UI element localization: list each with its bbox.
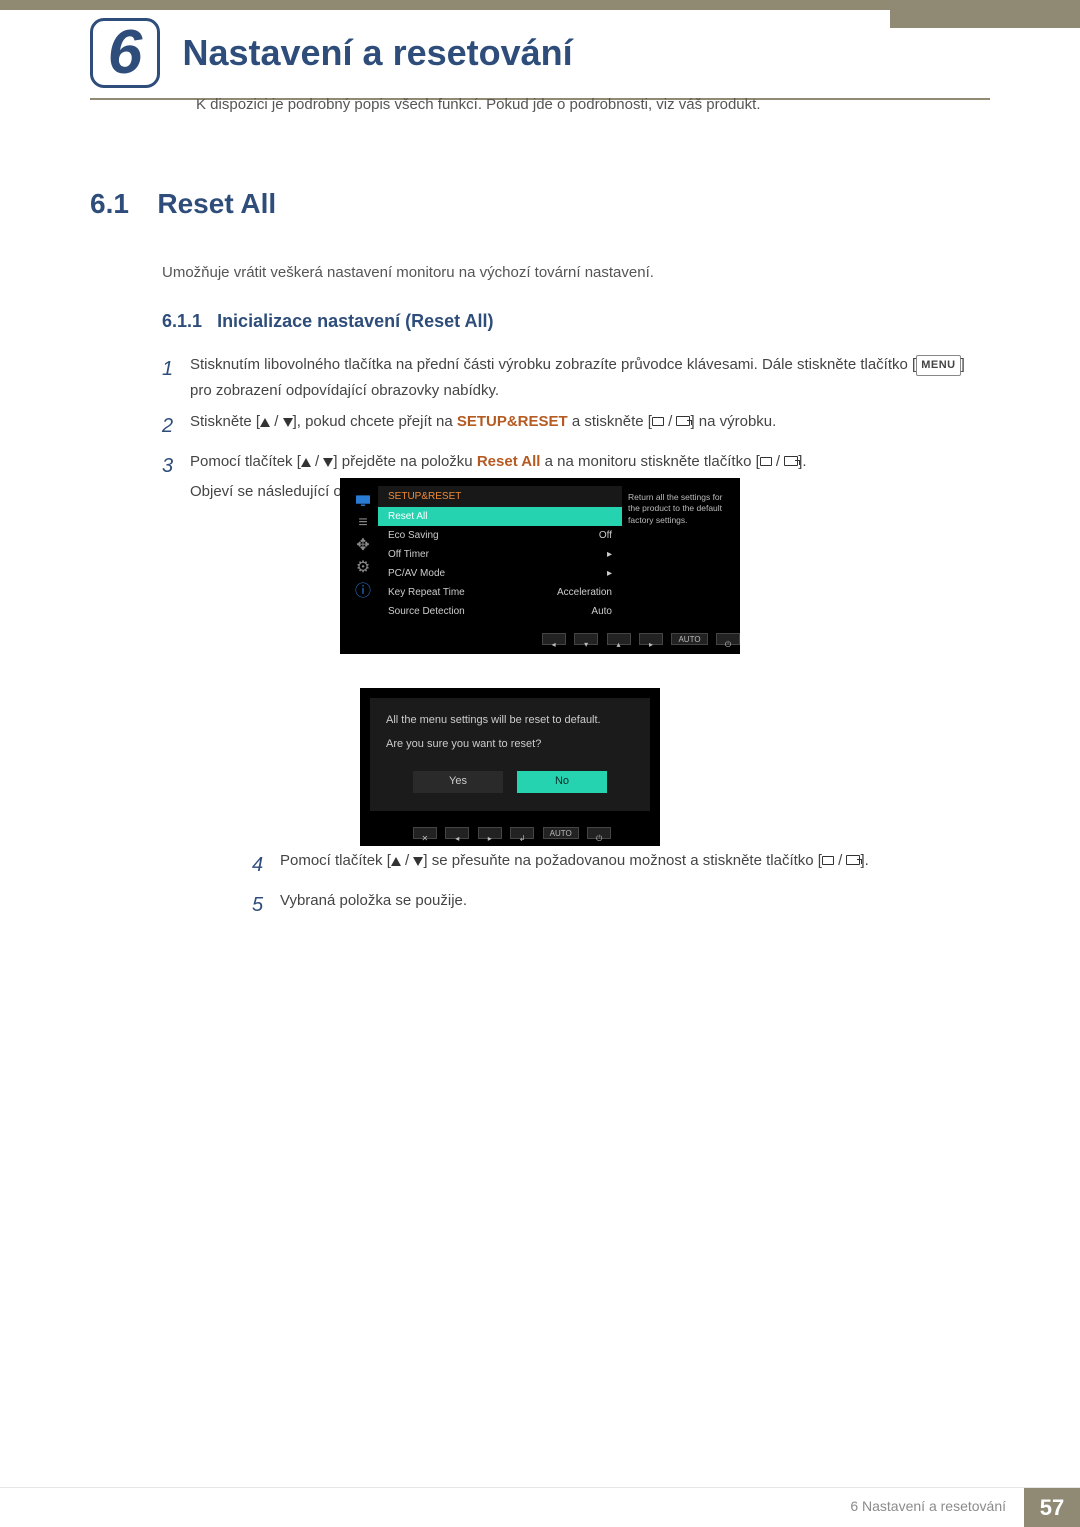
section-6-1: 6.1 Reset All Umožňuje vrátit veškerá na… xyxy=(90,188,980,510)
up-icon xyxy=(260,418,270,427)
osd-power-icon: ⏻ xyxy=(587,827,611,839)
osd-reset-dialog: All the menu settings will be reset to d… xyxy=(360,688,660,846)
osd-menu-screenshot: ≡ ✥ ⚙ ⓘ SETUP&RESET Reset All Eco Saving… xyxy=(340,478,740,654)
osd-close-icon: ✕ xyxy=(413,827,437,839)
info-icon: ⓘ xyxy=(348,578,378,600)
chapter-number-badge: 6 xyxy=(90,18,160,88)
subsection-title: 6.1.1 Inicializace nastavení (Reset All) xyxy=(162,311,980,332)
osd-auto-label: AUTO xyxy=(543,827,579,839)
list-icon: ≡ xyxy=(348,512,378,534)
source-icon xyxy=(652,417,664,426)
osd-button-bar: ◂ ▾ ▴ ▸ AUTO ⏻ xyxy=(340,629,740,654)
source-icon xyxy=(760,457,772,466)
monitor-icon xyxy=(354,494,372,508)
osd-enter-icon: ↲ xyxy=(510,827,534,839)
section-body: Umožňuje vrátit veškerá nastavení monito… xyxy=(162,264,980,281)
source-icon xyxy=(822,856,834,865)
subsection-number: 6.1.1 xyxy=(162,311,202,331)
down-icon xyxy=(283,418,293,427)
osd-down-icon: ▾ xyxy=(574,633,598,645)
chapter-header: 6 Nastavení a resetování xyxy=(90,18,990,100)
dialog-yes-button: Yes xyxy=(413,771,503,793)
gear-icon: ⚙ xyxy=(348,556,378,578)
footer-chapter-label: 6 Nastavení a resetování xyxy=(850,1498,1006,1514)
steps-list-lower: 4 Pomocí tlačítek [ / ] se přesuňte na p… xyxy=(252,848,880,928)
osd-item: PC/AV Mode▸ xyxy=(378,564,622,583)
osd-up-icon: ▴ xyxy=(607,633,631,645)
section-title: Reset All xyxy=(157,188,276,219)
up-icon xyxy=(301,458,311,467)
chapter-number: 6 xyxy=(108,18,142,87)
reset-all-label: Reset All xyxy=(477,453,541,470)
footer-page-number: 57 xyxy=(1024,1488,1080,1527)
move-icon: ✥ xyxy=(348,534,378,556)
osd-item: Source DetectionAuto xyxy=(378,602,622,621)
chapter-title: Nastavení a resetování xyxy=(182,32,572,74)
enter-icon xyxy=(784,456,798,466)
osd-left-icon: ◂ xyxy=(445,827,469,839)
menu-key: MENU xyxy=(916,355,960,376)
subsection-heading: Inicializace nastavení (Reset All) xyxy=(217,311,493,331)
osd-item-selected: Reset All xyxy=(378,507,622,526)
osd-item: Eco SavingOff xyxy=(378,526,622,545)
page-footer: 6 Nastavení a resetování 57 xyxy=(0,1487,1080,1527)
osd-item: Off Timer▸ xyxy=(378,545,622,564)
section-number: 6.1 xyxy=(90,188,129,219)
enter-icon xyxy=(676,416,690,426)
dialog-line-2: Are you sure you want to reset? xyxy=(386,736,634,754)
step-1: 1 Stisknutím libovolného tlačítka na pře… xyxy=(162,352,980,403)
osd-right-icon: ▸ xyxy=(639,633,663,645)
osd-right-icon: ▸ xyxy=(478,827,502,839)
step-5: 5 Vybraná položka se použije. xyxy=(252,888,880,922)
dialog-no-button: No xyxy=(517,771,607,793)
osd-item: Key Repeat TimeAcceleration xyxy=(378,583,622,602)
osd-power-icon: ⏻ xyxy=(716,633,740,645)
step-4: 4 Pomocí tlačítek [ / ] se přesuňte na p… xyxy=(252,848,880,882)
osd-left-icon: ◂ xyxy=(542,633,566,645)
osd-side-icons: ≡ ✥ ⚙ ⓘ xyxy=(348,486,378,621)
down-icon xyxy=(413,857,423,866)
setup-reset-label: SETUP&RESET xyxy=(457,413,568,430)
osd-help-text: Return all the settings for the product … xyxy=(622,486,732,621)
dialog-line-1: All the menu settings will be reset to d… xyxy=(386,712,634,730)
osd-auto-label: AUTO xyxy=(671,633,707,645)
chapter-intro: K dispozici je podrobný popis všech funk… xyxy=(196,96,960,113)
dialog-button-bar: ✕ ◂ ▸ ↲ AUTO ⏻ xyxy=(360,821,660,846)
enter-icon xyxy=(846,855,860,865)
step-2: 2 Stiskněte [ / ], pokud chcete přejít n… xyxy=(162,409,980,443)
down-icon xyxy=(323,458,333,467)
up-icon xyxy=(391,857,401,866)
osd-title: SETUP&RESET xyxy=(378,486,622,507)
